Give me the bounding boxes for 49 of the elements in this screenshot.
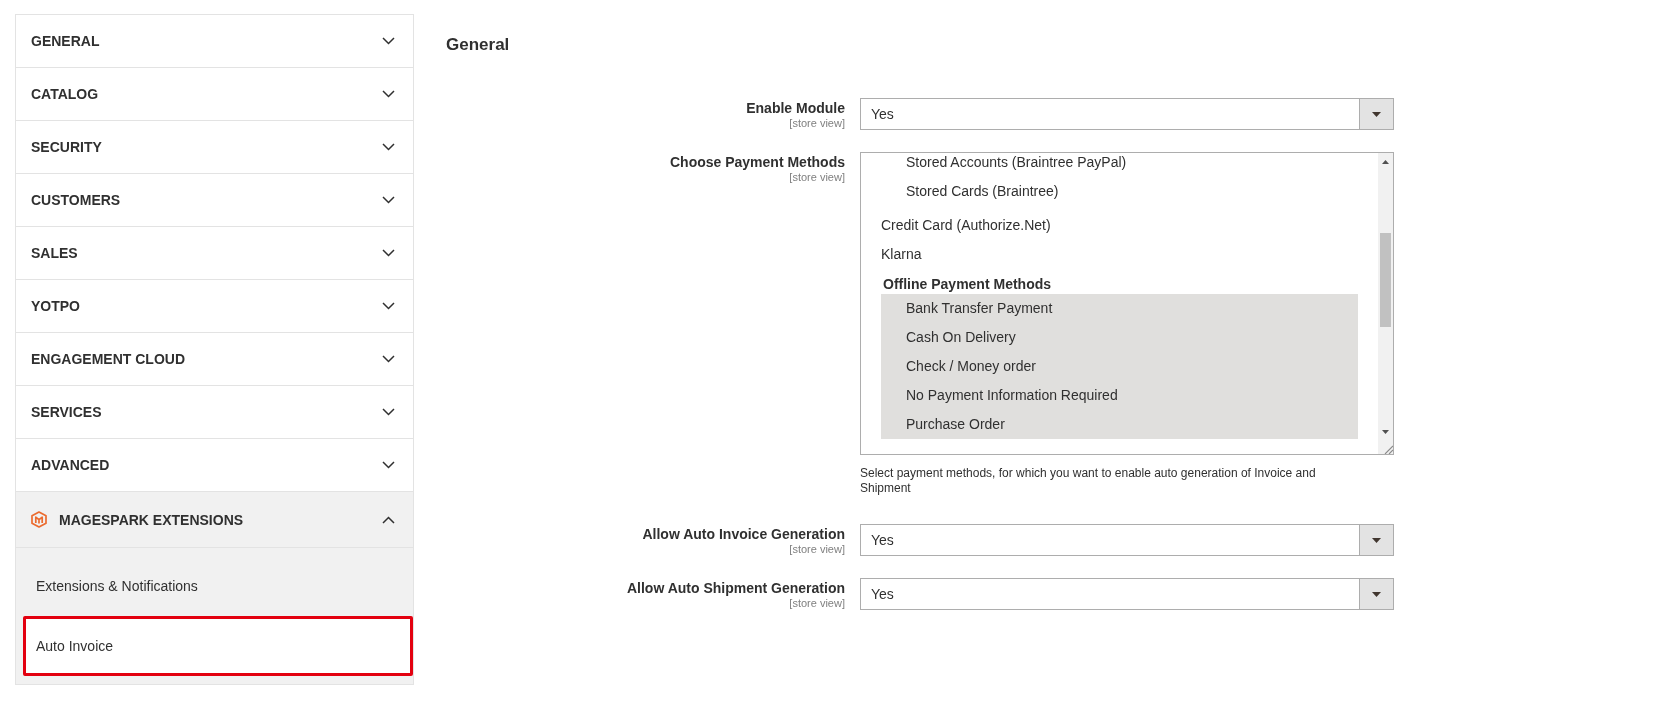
chevron-up-icon <box>382 515 395 524</box>
option-group-label: Offline Payment Methods <box>882 275 1052 294</box>
select-field[interactable]: Yes <box>860 578 1394 610</box>
list-option[interactable]: Bank Transfer Payment <box>881 294 1358 323</box>
field-label: Allow Auto Invoice Generation <box>642 525 845 543</box>
chevron-down-icon <box>382 408 395 416</box>
scope-label: [store view] <box>789 117 845 130</box>
accordion-header[interactable]: MAGESPARK EXTENSIONS <box>16 492 413 548</box>
dropdown-button[interactable] <box>1359 525 1393 555</box>
chevron-down-icon <box>382 90 395 98</box>
chevron-down-icon <box>382 143 395 151</box>
chevron-down-icon <box>382 302 395 310</box>
logo-icon <box>31 511 47 528</box>
menu-link[interactable]: Extensions & Notifications <box>23 556 413 616</box>
field-label: Enable Module <box>746 99 845 117</box>
list-option[interactable]: Purchase Order <box>881 410 1358 439</box>
list-option[interactable]: Check / Money order <box>881 352 1358 381</box>
list-option[interactable]: Stored Accounts (Braintree PayPal) <box>881 153 1358 177</box>
caret-icon <box>1372 111 1381 117</box>
chevron-down-icon <box>382 355 395 363</box>
chevron-down-icon <box>382 461 395 469</box>
field-label: Allow Auto Shipment Generation <box>626 579 845 597</box>
help-text: Select payment methods, for which you want to enable auto generation of Invoice and Shipment <box>860 466 1317 496</box>
list-option[interactable]: Cash On Delivery <box>881 323 1358 352</box>
select-field[interactable]: Yes <box>860 98 1394 130</box>
list-option[interactable]: Klarna <box>881 240 1358 269</box>
caret-icon <box>1372 591 1381 597</box>
chevron-down-icon <box>382 196 395 204</box>
select-field[interactable]: Yes <box>860 524 1394 556</box>
multiselect-list[interactable] <box>860 152 1394 455</box>
list-option[interactable]: Credit Card (Authorize.Net) <box>881 211 1358 240</box>
chevron-down-icon <box>382 37 395 45</box>
dropdown-button[interactable] <box>1359 579 1393 609</box>
scroll-up-icon <box>1382 159 1389 164</box>
scope-label: [store view] <box>789 171 845 184</box>
section-title: General <box>446 34 510 56</box>
list-option[interactable]: No Payment Information Required <box>881 381 1358 410</box>
scroll-down-icon <box>1382 429 1389 434</box>
list-option[interactable]: Stored Cards (Braintree) <box>881 177 1358 206</box>
scroll-thumb[interactable] <box>1380 233 1391 327</box>
scope-label: [store view] <box>789 543 845 556</box>
caret-icon <box>1372 537 1381 543</box>
resize-grip-icon <box>1384 445 1393 454</box>
field-label: Choose Payment Methods <box>669 153 845 171</box>
scope-label: [store view] <box>789 597 845 610</box>
chevron-down-icon <box>382 249 395 257</box>
dropdown-button[interactable] <box>1359 99 1393 129</box>
scrollbar[interactable] <box>1378 153 1393 454</box>
menu-link[interactable]: Auto Invoice <box>23 616 413 676</box>
